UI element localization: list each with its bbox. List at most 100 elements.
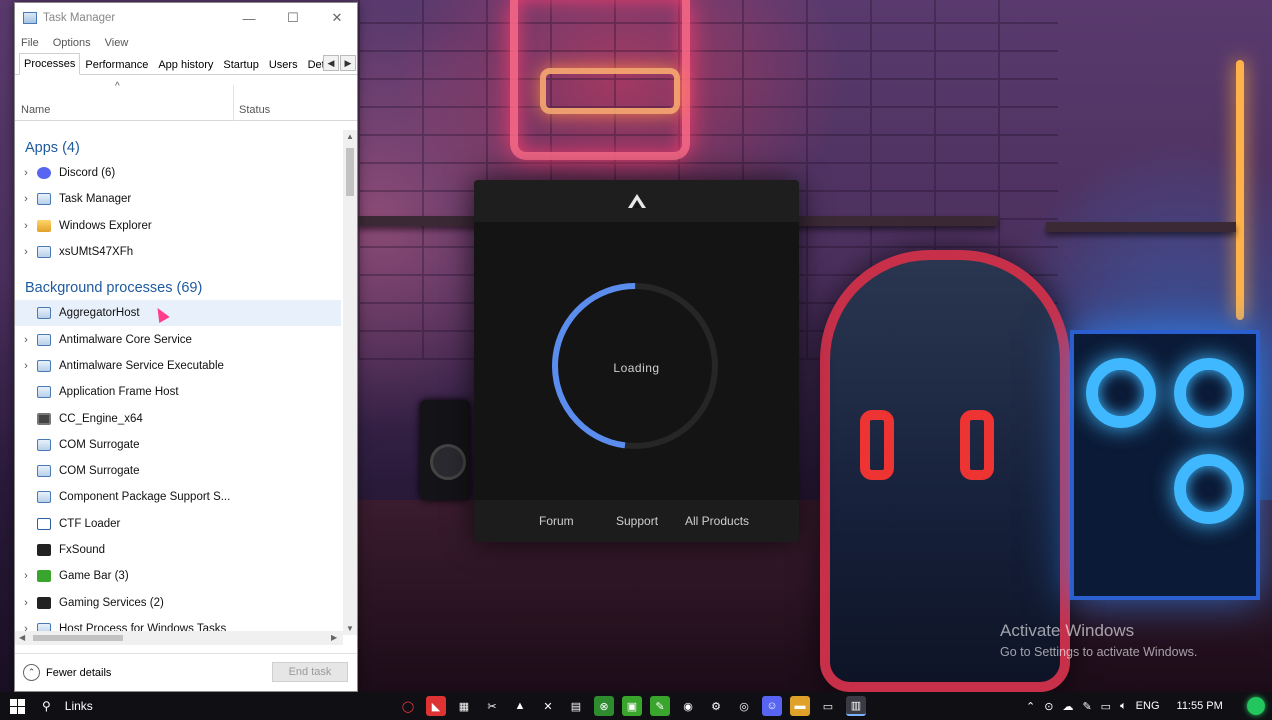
all-products-link[interactable]: All Products — [685, 514, 749, 528]
expand-chevron-icon[interactable]: › — [15, 570, 37, 582]
file-explorer-icon[interactable]: ▬ — [790, 696, 810, 716]
steam-icon[interactable]: ⚙ — [706, 696, 726, 716]
tab-performance[interactable]: Performance — [80, 54, 153, 74]
process-row[interactable]: › Gaming Services (2) — [15, 589, 341, 615]
scroll-thumb[interactable] — [346, 148, 354, 196]
expand-chevron-icon[interactable]: › — [15, 193, 37, 205]
menu-file[interactable]: File — [21, 37, 39, 49]
sort-arrow-icon[interactable]: ^ — [115, 81, 120, 92]
show-hidden-icons-icon[interactable]: ⌃ — [1026, 700, 1035, 713]
process-row[interactable]: FxSound — [15, 537, 341, 563]
fxsound-taskbar-icon[interactable]: ▲ — [510, 696, 530, 716]
network-icon[interactable]: ▭ — [1101, 700, 1111, 713]
opera-icon[interactable]: ◯ — [398, 696, 418, 716]
window-title: Task Manager — [43, 12, 116, 24]
close-button[interactable]: ✕ — [317, 3, 357, 33]
column-divider[interactable] — [233, 85, 234, 121]
clock[interactable]: 11:55 PM — [1177, 700, 1223, 712]
app-red-icon[interactable]: ◣ — [426, 696, 446, 716]
minecraft-icon[interactable]: ▣ — [622, 696, 642, 716]
expand-chevron-icon[interactable]: › — [15, 334, 37, 346]
window-icon[interactable]: ▤ — [566, 696, 586, 716]
language-indicator[interactable]: ENG — [1136, 700, 1160, 712]
expand-chevron-icon[interactable]: › — [15, 246, 37, 258]
app-circle-icon[interactable]: ◎ — [734, 696, 754, 716]
loading-label: Loading — [613, 361, 660, 375]
task-manager-icon — [23, 12, 37, 24]
process-row[interactable]: Application Frame Host — [15, 379, 341, 405]
watermark-subtitle: Go to Settings to activate Windows. — [1000, 645, 1198, 659]
process-name: Task Manager — [59, 193, 132, 206]
app-green-icon[interactable]: ✎ — [650, 696, 670, 716]
expand-chevron-icon[interactable]: › — [15, 167, 37, 179]
process-row[interactable]: AggregatorHost — [15, 300, 341, 327]
app-generic-icon[interactable]: ▭ — [818, 696, 838, 716]
pen-icon — [37, 517, 51, 530]
process-row[interactable]: › xsUMtS47XFh — [15, 239, 341, 265]
onedrive-icon[interactable]: ☁ — [1062, 700, 1073, 713]
menu-bar: File Options View — [15, 33, 357, 53]
process-row[interactable]: › Game Bar (3) — [15, 563, 341, 589]
chrome-icon[interactable]: ◉ — [678, 696, 698, 716]
xbox-icon[interactable]: ⊗ — [594, 696, 614, 716]
task-manager-taskbar-icon[interactable]: ▥ — [846, 696, 866, 716]
tab-startup[interactable]: Startup — [218, 54, 263, 74]
end-task-button[interactable]: End task — [272, 662, 348, 682]
minimize-button[interactable]: — — [229, 3, 269, 33]
start-button[interactable] — [0, 698, 34, 714]
rgb-fan — [1086, 358, 1156, 428]
scroll-down-icon[interactable]: ▼ — [343, 624, 357, 633]
column-name[interactable]: Name — [21, 104, 50, 116]
menu-view[interactable]: View — [105, 37, 129, 49]
process-row[interactable]: › Windows Explorer — [15, 213, 341, 239]
maximize-button[interactable]: ☐ — [273, 3, 313, 33]
chair-cutout — [960, 410, 994, 480]
scroll-up-icon[interactable]: ▲ — [343, 132, 357, 141]
snipping-tool-icon[interactable]: ✂ — [482, 696, 502, 716]
app-window-icon — [37, 438, 51, 451]
process-row[interactable]: › Antimalware Core Service — [15, 326, 341, 352]
title-bar[interactable]: Task Manager — ☐ ✕ — [15, 3, 357, 33]
tab-app-history[interactable]: App history — [153, 54, 218, 74]
discord-taskbar-icon[interactable]: ☺ — [762, 696, 782, 716]
capcut-icon[interactable]: ✕ — [538, 696, 558, 716]
expand-chevron-icon[interactable]: › — [15, 597, 37, 609]
notification-button[interactable] — [1240, 692, 1272, 720]
process-row[interactable]: COM Surrogate — [15, 432, 341, 458]
fewer-details-button[interactable]: ⌃ Fewer details — [23, 664, 111, 681]
expand-chevron-icon[interactable]: › — [15, 360, 37, 372]
forum-link[interactable]: Forum — [539, 514, 574, 528]
process-row[interactable]: CTF Loader — [15, 511, 341, 537]
scroll-thumb[interactable] — [33, 635, 123, 641]
app-window-icon — [37, 333, 51, 346]
tab-users[interactable]: Users — [264, 54, 303, 74]
process-row[interactable]: COM Surrogate — [15, 458, 341, 484]
process-name: Game Bar (3) — [59, 570, 129, 583]
volume-icon[interactable]: 🔈︎ — [1120, 700, 1127, 713]
tab-scroll-right-icon[interactable]: ▶ — [340, 55, 356, 71]
app-window-icon — [37, 386, 51, 399]
scroll-right-icon[interactable]: ▶ — [331, 631, 337, 645]
menu-options[interactable]: Options — [53, 37, 91, 49]
app-window-icon — [37, 359, 51, 372]
expand-chevron-icon[interactable]: › — [15, 220, 37, 232]
process-row[interactable]: Component Package Support S... — [15, 484, 341, 510]
process-name: COM Surrogate — [59, 438, 140, 451]
process-row[interactable]: CC_Engine_x64 — [15, 405, 341, 431]
tab-scroll-left-icon[interactable]: ◀ — [323, 55, 339, 71]
process-row[interactable]: › Discord (6) — [15, 160, 341, 186]
pen-tray-icon[interactable]: ✎ — [1082, 700, 1091, 713]
scroll-left-icon[interactable]: ◀ — [19, 631, 25, 645]
location-icon[interactable]: ⊙ — [1044, 700, 1053, 713]
tab-processes[interactable]: Processes — [19, 53, 81, 75]
column-status[interactable]: Status — [239, 104, 270, 116]
process-row[interactable]: › Antimalware Service Executable — [15, 353, 341, 379]
process-name: Gaming Services (2) — [59, 596, 164, 609]
taskbar-search[interactable]: ⚲ Links — [42, 699, 93, 713]
process-row[interactable]: › Task Manager — [15, 186, 341, 212]
support-link[interactable]: Support — [616, 514, 658, 528]
calculator-icon[interactable]: ▦ — [454, 696, 474, 716]
horizontal-scrollbar[interactable]: ◀ ▶ — [15, 631, 343, 645]
vertical-scrollbar[interactable]: ▲ ▼ — [343, 130, 357, 635]
rgb-fan — [1174, 454, 1244, 524]
